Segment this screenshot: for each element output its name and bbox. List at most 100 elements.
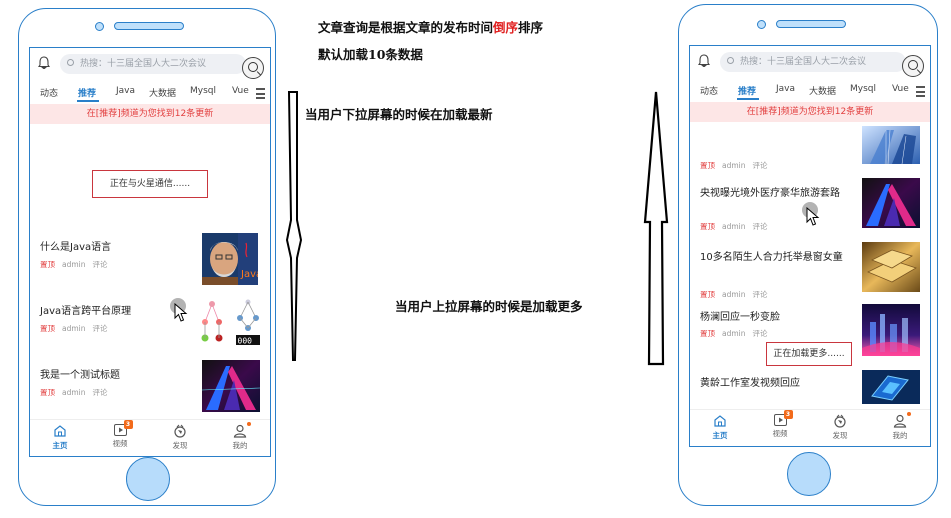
list-item[interactable]: 杨澜回应一秒变脸 置顶 admin 评论 [700,308,780,339]
news-meta: 置顶 admin 评论 [40,387,120,398]
gold-thumbnail [862,242,920,292]
search-button[interactable] [242,57,264,79]
news-author: admin [722,222,746,231]
nav-mine[interactable]: 我的 [880,412,920,441]
tab-mysql[interactable]: Mysql [190,86,216,96]
city-night-thumbnail [862,304,920,356]
search-input[interactable]: 热搜：十三届全国人大二次会议 [60,54,246,74]
pin-tag: 置顶 [700,290,715,299]
tab-vue[interactable]: Vue [892,84,909,94]
right-phone-home-button[interactable] [787,452,831,496]
tech-thumbnail [862,370,920,404]
news-comment: 评论 [92,260,108,269]
news-title: 我是一个测试标题 [40,370,120,381]
list-item[interactable]: 什么是Java语言 置顶 admin 评论 [40,238,111,270]
pin-tag: 置顶 [40,388,55,397]
left-phone: 热搜：十三届全国人大二次会议 动态 推荐 Java 大数据 Mysql Vue … [18,8,276,506]
search-placeholder: 热搜：十三届全国人大二次会议 [740,57,867,67]
nav-home[interactable]: 主页 [700,414,740,441]
nav-mine-dot [247,422,251,426]
list-item[interactable]: Java语言跨平台原理 置顶 admin 评论 [40,302,131,334]
search-button[interactable] [902,55,924,77]
nav-video-label: 视频 [772,429,788,438]
pull-down-arrow [285,91,303,361]
tab-tuijian[interactable]: 推荐 [78,86,96,99]
tab-mysql[interactable]: Mysql [850,84,876,94]
nav-discover[interactable]: 发现 [160,424,200,451]
nav-discover-label: 发现 [832,431,848,440]
pull-up-arrow [643,91,669,366]
video-icon: 3 [773,410,793,426]
search-input[interactable]: 热搜：十三届全国人大二次会议 [720,52,906,72]
left-phone-home-button[interactable] [126,457,170,501]
caption-default-load: 默认加载10条数据 [318,47,423,62]
channel-tabs: 动态 推荐 Java 大数据 Mysql Vue [690,82,930,102]
right-phone-camera [757,20,766,29]
caption-sort-red: 倒序 [493,20,519,35]
nav-discover[interactable]: 发现 [820,414,860,441]
news-title: 黄龄工作室发视频回应 [700,378,800,389]
nav-home[interactable]: 主页 [40,424,80,451]
discover-icon [174,424,186,438]
caption-sort-order: 文章查询是根据文章的发布时间倒序排序 [318,17,543,36]
user-icon [233,422,251,438]
right-screen: 热搜：十三届全国人大二次会议 动态 推荐 Java 大数据 Mysql Vue … [689,45,931,447]
right-phone: 热搜：十三届全国人大二次会议 动态 推荐 Java 大数据 Mysql Vue … [678,4,938,506]
discover-icon [834,414,846,428]
news-comment: 评论 [752,329,768,338]
channel-menu-icon[interactable] [916,86,925,97]
building-thumbnail [862,126,920,164]
search-placeholder: 热搜：十三届全国人大二次会议 [80,59,207,69]
list-item[interactable]: 置顶 admin 评论 [700,142,768,171]
pin-tag: 置顶 [40,260,55,269]
news-author: admin [62,324,86,333]
nav-video-badge: 3 [123,420,133,429]
nav-mine-dot [907,412,911,416]
news-comment: 评论 [752,222,768,231]
pin-tag: 置顶 [40,324,55,333]
loading-more-box: 正在加载更多...... [766,342,852,366]
abstract-thumbnail [202,360,260,412]
search-button-icon [248,62,258,72]
list-item[interactable]: 黄龄工作室发视频回应 [700,374,800,389]
news-meta: 置顶 admin 评论 [700,289,843,300]
list-item[interactable]: 我是一个测试标题 置顶 admin 评论 [40,366,120,398]
nav-mine-label: 我的 [892,431,908,440]
home-icon [54,425,66,437]
nav-video[interactable]: 3 视频 [100,420,140,449]
nav-mine[interactable]: 我的 [220,422,260,451]
list-item[interactable]: 10多名陌生人合力托举悬窗女童 置顶 admin 评论 [700,248,843,300]
svg-text:Java: Java [240,269,258,280]
nav-video[interactable]: 3 视频 [760,410,800,439]
tab-java[interactable]: Java [776,84,795,94]
bell-icon[interactable] [38,56,50,69]
tab-dongtai[interactable]: 动态 [700,84,718,97]
update-notice: 在[推荐]频道为您找到12条更新 [690,102,930,122]
search-icon [67,59,74,66]
news-title: 10多名陌生人合力托举悬窗女童 [700,252,843,263]
tab-java[interactable]: Java [116,86,135,96]
user-icon [893,412,911,428]
news-comment: 评论 [92,324,108,333]
tab-bigdata[interactable]: 大数据 [809,84,836,97]
person-thumbnail: Java [202,233,258,285]
tab-vue[interactable]: Vue [232,86,249,96]
tree-diagram-thumbnail: 000 [200,296,262,350]
nav-discover-label: 发现 [172,441,188,450]
news-comment: 评论 [92,388,108,397]
tab-dongtai[interactable]: 动态 [40,86,58,99]
bell-icon[interactable] [698,54,710,67]
search-icon [727,57,734,64]
active-tab-underline [737,98,759,100]
tab-tuijian[interactable]: 推荐 [738,84,756,97]
nav-home-label: 主页 [712,431,728,440]
active-tab-underline [77,100,99,102]
loading-more-text: 正在加载更多...... [773,349,845,359]
loading-status-box: 正在与火星通信...... [92,170,208,198]
tab-bigdata[interactable]: 大数据 [149,86,176,99]
pin-tag: 置顶 [700,222,715,231]
update-notice: 在[推荐]频道为您找到12条更新 [30,104,270,124]
channel-menu-icon[interactable] [256,88,265,99]
video-icon: 3 [113,420,133,436]
nav-mine-label: 我的 [232,441,248,450]
